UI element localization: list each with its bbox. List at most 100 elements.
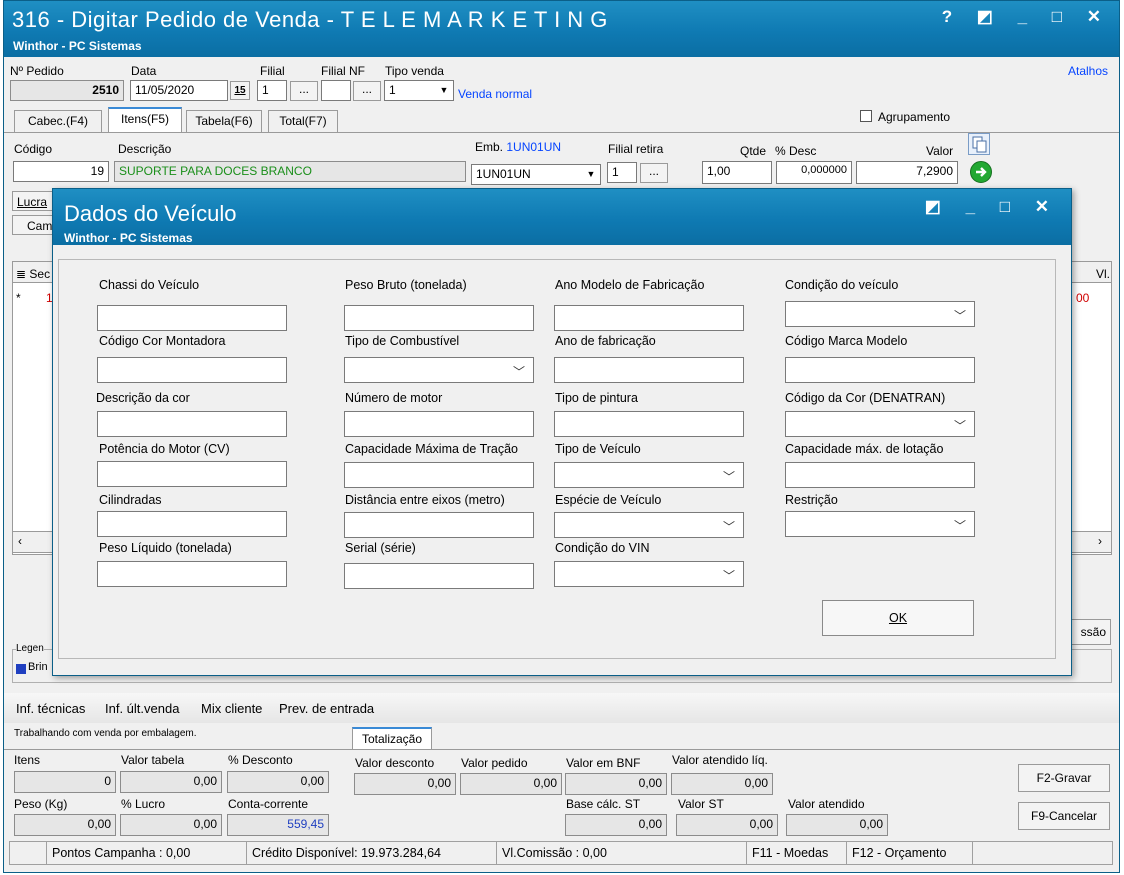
filial-retira-field[interactable]: 1	[607, 162, 637, 183]
numero-motor-input[interactable]	[344, 411, 534, 437]
copy-icon[interactable]	[968, 133, 990, 155]
grid-header-seq-text: Sec	[29, 267, 51, 281]
inf-tecnicas-link[interactable]: Inf. técnicas	[16, 701, 85, 716]
gravar-button[interactable]: F2-Gravar	[1018, 764, 1110, 792]
distancia-eixos-input[interactable]	[344, 512, 534, 538]
tipo-pintura-label: Tipo de pintura	[555, 391, 638, 405]
restricao-select[interactable]: ﹀	[785, 511, 975, 537]
dialog-title: Dados do Veículo	[64, 201, 237, 226]
agrupamento-checkbox[interactable]	[860, 110, 872, 122]
data-field[interactable]: 11/05/2020	[130, 80, 228, 101]
conta-corrente-field[interactable]: 559,45	[227, 814, 329, 836]
cap-lotacao-input[interactable]	[785, 462, 975, 488]
tab-tabela[interactable]: Tabela(F6)	[186, 110, 262, 132]
peso-liquido-input[interactable]	[97, 561, 287, 587]
impressao-button[interactable]: ssão	[1066, 619, 1111, 645]
descricao-field[interactable]: SUPORTE PARA DOCES BRANCO	[114, 161, 466, 182]
potencia-motor-label: Potência do Motor (CV)	[99, 442, 230, 456]
condicao-veiculo-select[interactable]: ﹀	[785, 301, 975, 327]
especie-veiculo-select[interactable]: ﹀	[554, 512, 744, 538]
valor-desconto-field[interactable]: 0,00	[354, 773, 456, 795]
filial-lookup-button[interactable]: ...	[290, 81, 318, 101]
pct-lucro-field[interactable]: 0,00	[120, 814, 222, 836]
valor-atendido-liq-field[interactable]: 0,00	[671, 773, 773, 795]
valor-st-field[interactable]: 0,00	[676, 814, 778, 836]
valor-bnf-field[interactable]: 0,00	[565, 773, 667, 795]
desc-field[interactable]: 0,000000	[776, 161, 852, 184]
chevron-down-icon: ▼	[586, 169, 596, 179]
tab-cabec[interactable]: Cabec.(F4)	[14, 110, 102, 132]
peso-label: Peso (Kg)	[14, 797, 68, 811]
tipo-venda-select[interactable]: 1 ▼	[384, 80, 454, 101]
main-window-title: 316 - Digitar Pedido de Venda - T E L E …	[12, 7, 608, 32]
chevron-down-icon: ﹀	[722, 520, 735, 534]
marca-modelo-input[interactable]	[785, 357, 975, 383]
condicao-vin-select[interactable]: ﹀	[554, 561, 744, 587]
status-bar: Pontos Campanha : 0,00 Crédito Disponíve…	[9, 841, 1113, 865]
serial-input[interactable]	[344, 563, 534, 589]
peso-bruto-input[interactable]	[344, 305, 534, 331]
base-st-field[interactable]: 0,00	[565, 814, 667, 836]
valor-st-label: Valor ST	[678, 797, 724, 811]
descricao-cor-label: Descrição da cor	[96, 391, 190, 405]
pedido-field[interactable]: 2510	[10, 80, 124, 101]
valor-field[interactable]: 7,2900	[856, 161, 958, 184]
inf-ult-venda-link[interactable]: Inf. últ.venda	[105, 701, 179, 716]
tipo-combustivel-select[interactable]: ﹀	[344, 357, 534, 383]
atalhos-link[interactable]: Atalhos	[1068, 64, 1108, 78]
potencia-motor-input[interactable]	[97, 461, 287, 487]
cap-tracao-label: Capacidade Máxima de Tração	[345, 442, 519, 456]
cancelar-button[interactable]: F9-Cancelar	[1018, 802, 1110, 830]
cor-denatran-label: Código da Cor (DENATRAN)	[785, 391, 946, 405]
valor-label: Valor	[926, 144, 954, 158]
cilindradas-input[interactable]	[97, 511, 287, 537]
mix-cliente-link[interactable]: Mix cliente	[201, 701, 262, 716]
vehicle-data-dialog: Dados do Veículo Winthor - PC Sistemas ◩…	[52, 188, 1072, 676]
valor-tabela-field[interactable]: 0,00	[120, 771, 222, 793]
grid-row-vl[interactable]: 00	[1076, 291, 1089, 305]
prev-entrada-link[interactable]: Prev. de entrada	[279, 701, 374, 716]
emb-label-text: Emb.	[475, 140, 504, 154]
qtde-field[interactable]: 1,00	[702, 161, 772, 184]
ano-fabricacao-input[interactable]	[554, 357, 744, 383]
tipo-pintura-input[interactable]	[554, 411, 744, 437]
cor-denatran-select[interactable]: ﹀	[785, 411, 975, 437]
dialog-window-controls[interactable]: ◩ _ □ ✕	[925, 197, 1059, 217]
especie-veiculo-label: Espécie de Veículo	[555, 493, 662, 507]
ano-modelo-input[interactable]	[554, 305, 744, 331]
filial-retira-lookup-button[interactable]: ...	[640, 163, 668, 183]
chassi-input[interactable]	[97, 305, 287, 331]
codigo-field[interactable]: 19	[13, 161, 109, 182]
cap-tracao-input[interactable]	[344, 462, 534, 488]
tab-itens[interactable]: Itens(F5)	[108, 107, 182, 133]
tipo-veiculo-select[interactable]: ﹀	[554, 462, 744, 488]
chevron-down-icon: ▼	[439, 85, 449, 95]
filial-field[interactable]: 1	[257, 80, 287, 101]
descricao-cor-input[interactable]	[97, 411, 287, 437]
valor-bnf-label: Valor em BNF	[566, 756, 641, 770]
peso-bruto-label: Peso Bruto (tonelada)	[345, 278, 467, 292]
emb-select[interactable]: 1UN01UN ▼	[471, 164, 601, 185]
scroll-right-icon[interactable]: ›	[1098, 534, 1102, 548]
emb-link[interactable]: 1UN01UN	[506, 140, 561, 154]
calendar-icon[interactable]: 15	[230, 81, 250, 100]
data-label: Data	[131, 64, 157, 78]
ok-button[interactable]: OK	[822, 600, 974, 636]
valor-pedido-field[interactable]: 0,00	[460, 773, 562, 795]
pct-desconto-field[interactable]: 0,00	[227, 771, 329, 793]
chevron-down-icon: ﹀	[722, 569, 735, 583]
tab-total[interactable]: Total(F7)	[268, 110, 338, 132]
valor-tabela-label: Valor tabela	[121, 753, 185, 767]
filial-nf-lookup-button[interactable]: ...	[353, 81, 381, 101]
tab-totalizacao[interactable]: Totalização	[352, 727, 432, 750]
status-orcamento[interactable]: F12 - Orçamento	[847, 842, 973, 864]
window-controls[interactable]: ? ◩ _ □ ✕	[942, 7, 1111, 27]
itens-field[interactable]: 0	[14, 771, 116, 793]
status-moedas[interactable]: F11 - Moedas	[747, 842, 847, 864]
scroll-left-icon[interactable]: ‹	[18, 534, 22, 548]
peso-field[interactable]: 0,00	[14, 814, 116, 836]
go-arrow-icon[interactable]	[970, 161, 992, 183]
cor-montadora-input[interactable]	[97, 357, 287, 383]
filial-nf-field[interactable]	[321, 80, 351, 101]
valor-atendido-field[interactable]: 0,00	[786, 814, 888, 836]
